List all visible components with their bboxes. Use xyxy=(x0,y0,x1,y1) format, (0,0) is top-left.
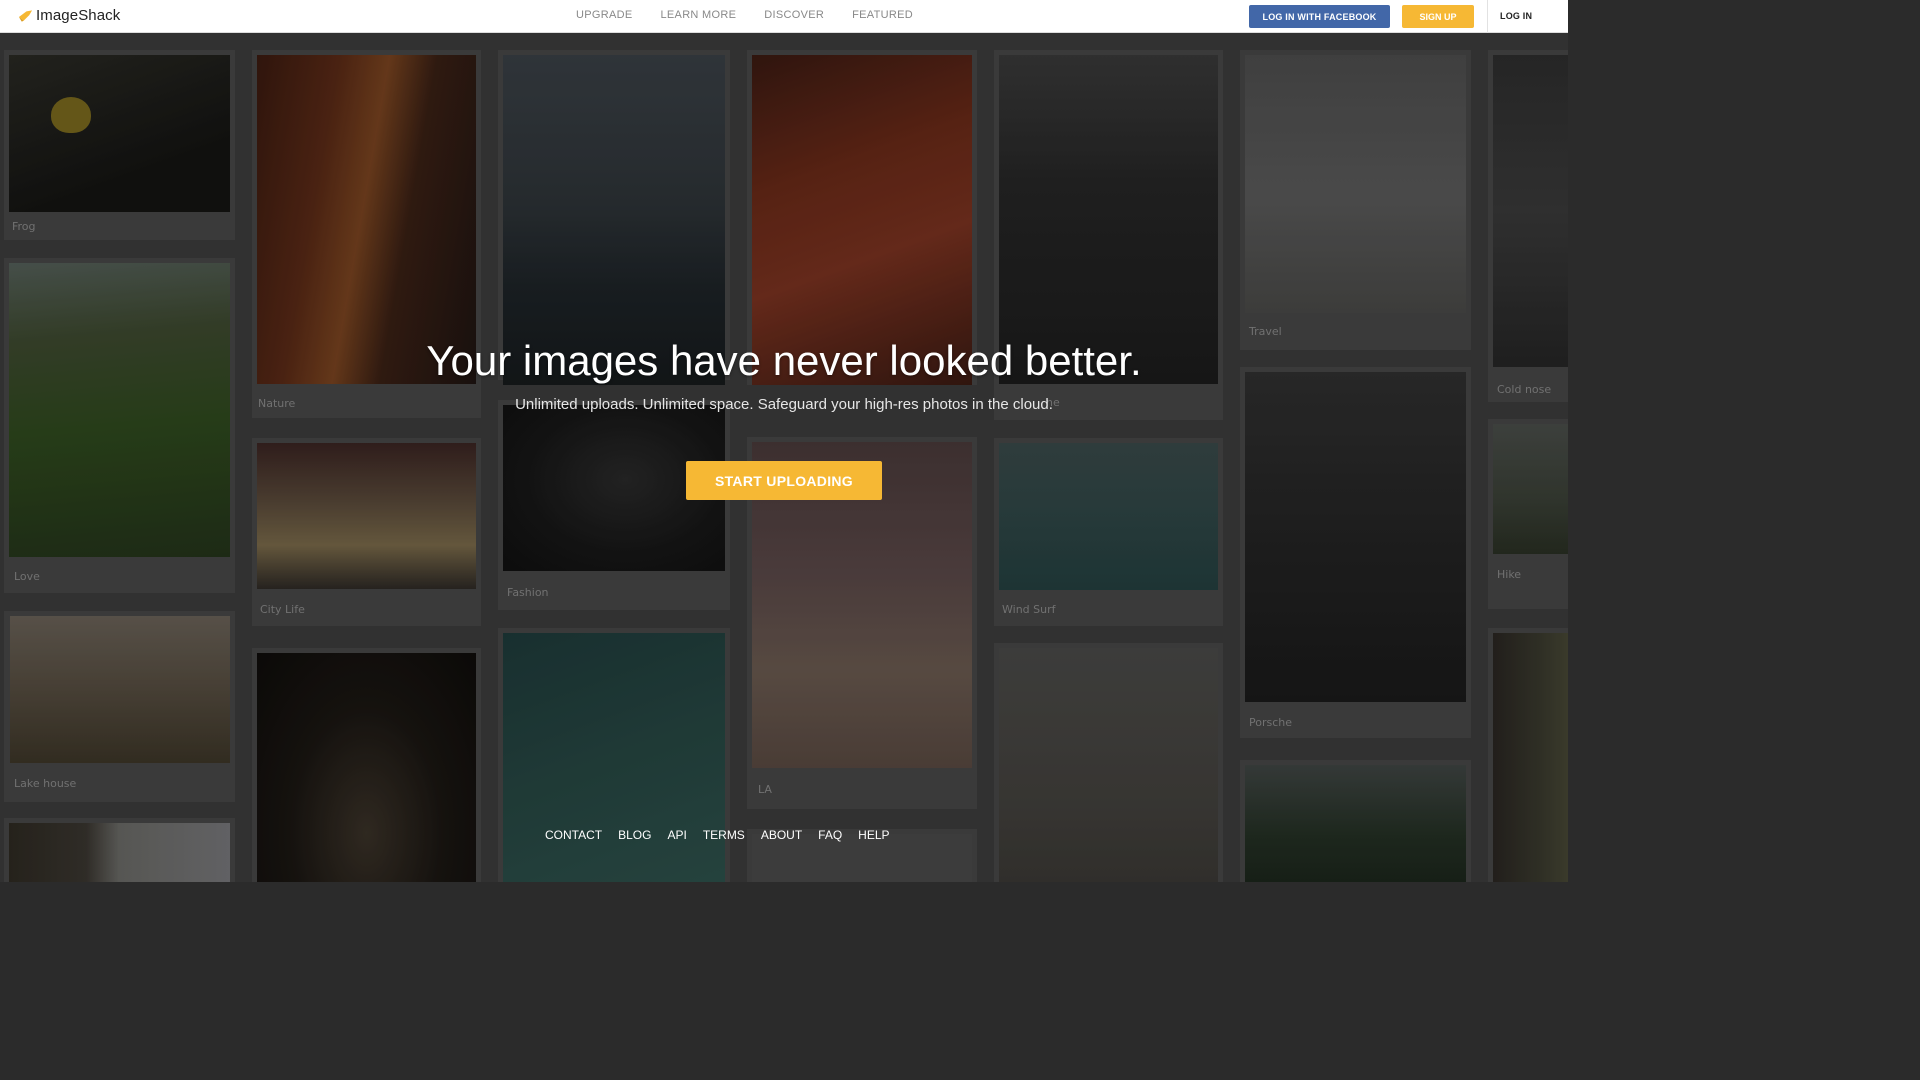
nav-discover[interactable]: DISCOVER xyxy=(764,9,824,21)
footer-link-help[interactable]: HELP xyxy=(858,828,889,842)
footer-links: CONTACT BLOG API TERMS ABOUT FAQ HELP xyxy=(545,828,890,842)
nav-featured[interactable]: FEATURED xyxy=(852,9,913,21)
footer-link-blog[interactable]: BLOG xyxy=(618,828,651,842)
footer-link-faq[interactable]: FAQ xyxy=(818,828,842,842)
hero-title: Your images have never looked better. xyxy=(426,337,1142,384)
main-nav: UPGRADE LEARN MORE DISCOVER FEATURED xyxy=(576,9,913,21)
footer-link-contact[interactable]: CONTACT xyxy=(545,828,602,842)
nav-learn-more[interactable]: LEARN MORE xyxy=(661,9,737,21)
header-divider xyxy=(1487,0,1488,33)
start-uploading-button[interactable]: START UPLOADING xyxy=(686,461,882,500)
facebook-login-button[interactable]: LOG IN WITH FACEBOOK xyxy=(1249,5,1390,28)
imageshack-logo[interactable]: ImageShack xyxy=(18,7,120,24)
signup-button[interactable]: SIGN UP xyxy=(1402,5,1474,28)
nav-upgrade[interactable]: UPGRADE xyxy=(576,9,633,21)
photo-grid: Frog Love Lake house Nature City Life Fa… xyxy=(0,33,1568,882)
login-button[interactable]: LOG IN xyxy=(1500,11,1532,21)
footer-link-api[interactable]: API xyxy=(667,828,686,842)
dark-overlay xyxy=(0,33,1568,882)
logo-text: ImageShack xyxy=(36,7,121,24)
hero-subtitle: Unlimited uploads. Unlimited space. Safe… xyxy=(515,396,1053,413)
footer-link-terms[interactable]: TERMS xyxy=(703,828,745,842)
top-header: ImageShack UPGRADE LEARN MORE DISCOVER F… xyxy=(0,0,1568,33)
logo-icon xyxy=(18,9,33,22)
footer-link-about[interactable]: ABOUT xyxy=(761,828,802,842)
